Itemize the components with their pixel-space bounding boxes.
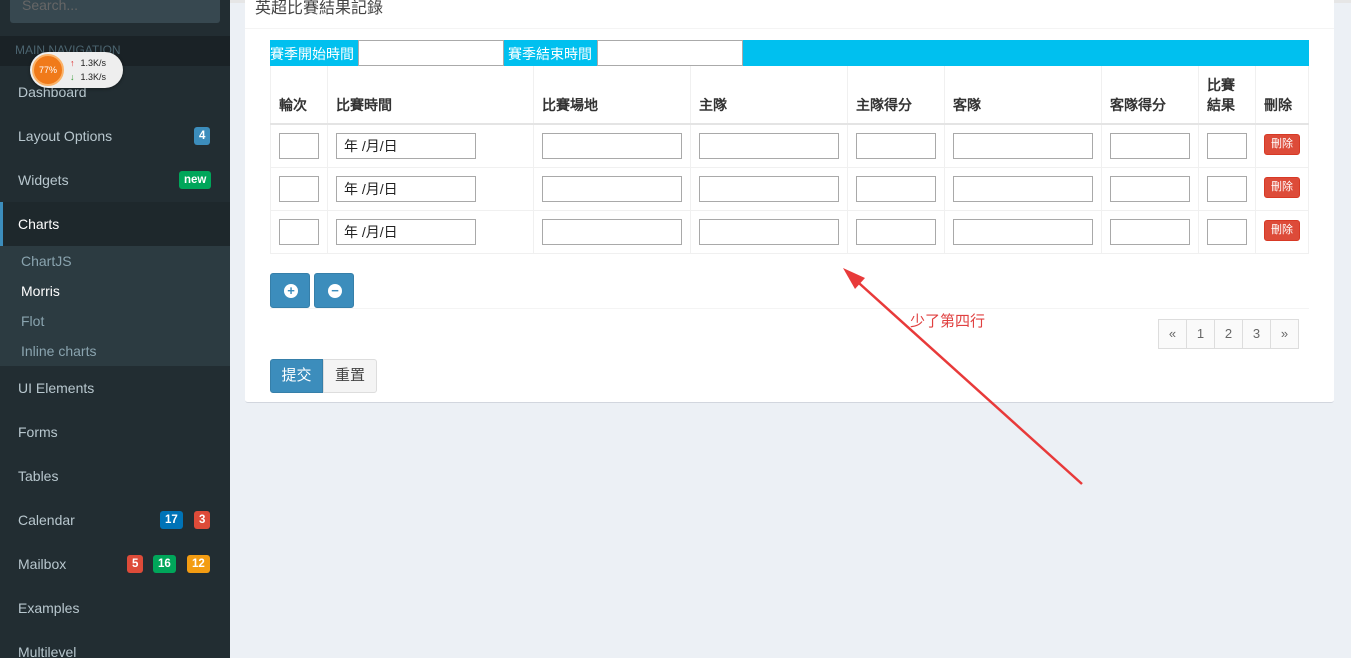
annotation-text: 少了第四行: [910, 313, 986, 330]
annotation-arrow: [843, 268, 1083, 485]
